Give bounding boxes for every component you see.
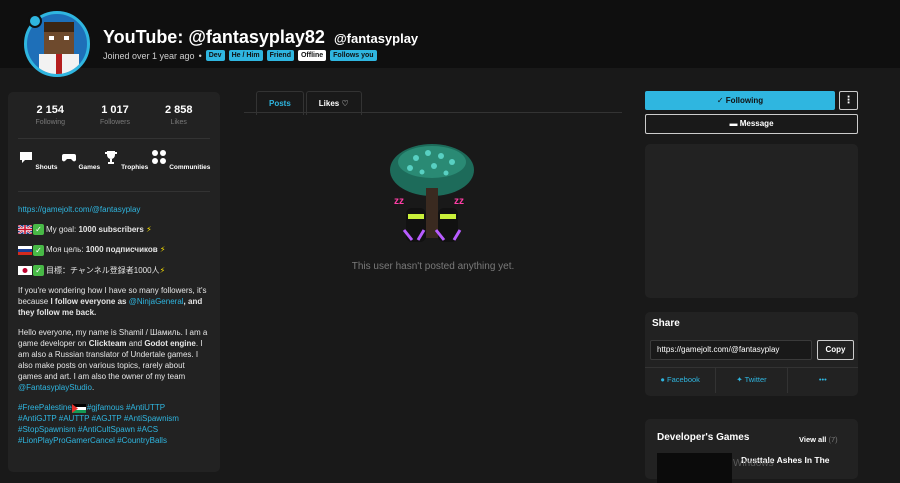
check-mark-icon: ✓	[33, 224, 44, 236]
avatar-eye	[49, 36, 54, 40]
lightning-icon: ⚡	[159, 265, 166, 275]
svg-text:zz: zz	[454, 196, 464, 207]
bio-link[interactable]: https://gamejolt.com/@fantasyplay	[18, 205, 140, 214]
uk-flag-icon	[18, 225, 32, 235]
avatar-tie	[56, 54, 62, 74]
bio-paragraph-2: Hello everyone, my name is Shamil / Шами…	[18, 328, 208, 393]
sleeping-tree-illustration: zz zz	[390, 144, 474, 242]
stat-value: 1 017	[101, 104, 129, 116]
check-icon: ✓	[716, 96, 724, 105]
profile-meta: Joined over 1 year ago • Dev He / Him Fr…	[103, 50, 377, 61]
stat-label: Likes	[170, 119, 187, 126]
share-url-field[interactable]: https://gamejolt.com/@fantasyplay	[650, 340, 812, 360]
nav-label: Shouts	[35, 164, 58, 171]
russia-flag-icon	[18, 245, 32, 255]
goal-en: ✓ My goal: 1000 subscribers ⚡	[18, 224, 210, 236]
message-icon: ▬	[729, 119, 738, 128]
chat-bubble-icon	[19, 152, 32, 163]
nav-label: Communities	[169, 164, 211, 171]
share-panel: Share https://gamejolt.com/@fantasyplay …	[645, 312, 858, 396]
share-buttons: ● Facebook ✦ Twitter •••	[645, 367, 858, 393]
stat-followers[interactable]: 1 017 Followers	[100, 104, 130, 138]
lightning-icon: ⚡	[159, 245, 166, 255]
nav-communities[interactable]: Communities	[151, 149, 210, 191]
nav-label: Games	[78, 164, 101, 171]
page-title: YouTube: @fantasyplay82 @fantasyplay	[103, 27, 418, 48]
twitter-icon: ✦	[736, 375, 743, 384]
username-handle[interactable]: @fantasyplay	[334, 31, 418, 46]
developer-games-panel: Developer's Games View all (7) Dusttale …	[645, 419, 858, 483]
check-mark-icon: ✓	[33, 244, 44, 256]
tab-divider	[244, 112, 622, 113]
mention-link[interactable]: @FantasyplayStudio	[18, 383, 92, 392]
profile-header: YouTube: @fantasyplay82 @fantasyplay Joi…	[0, 0, 900, 77]
empty-state-text: This user hasn't posted anything yet.	[351, 261, 515, 272]
share-twitter-button[interactable]: ✦ Twitter	[716, 368, 788, 393]
share-facebook-button[interactable]: ● Facebook	[645, 368, 717, 393]
profile-sidebar: 2 154 Following 1 017 Followers 2 858 Li…	[8, 92, 220, 472]
goal-jp: ✓ 目標：チャンネル登録者1000人⚡	[18, 265, 210, 277]
stat-label: Following	[35, 119, 66, 126]
game-thumbnail[interactable]	[657, 453, 732, 483]
stat-likes: 2 858 Likes	[165, 104, 193, 138]
nav-games[interactable]: Games	[61, 149, 101, 191]
palestine-flag-icon	[71, 403, 86, 413]
ad-placeholder	[645, 144, 858, 298]
tag-dev: Dev	[205, 50, 225, 61]
avatar-eye	[64, 36, 69, 40]
profile-nav: Shouts Games Trophies Communities	[8, 139, 220, 191]
copy-button[interactable]: Copy	[817, 340, 854, 360]
check-mark-icon: ✓	[33, 265, 44, 277]
gamepad-icon	[61, 154, 76, 162]
heart-crossed-icon: ♡	[341, 99, 349, 108]
avatar-hair	[44, 22, 74, 32]
nav-label: Trophies	[121, 164, 149, 171]
meta-separator: •	[198, 50, 202, 61]
more-options-button[interactable]: ⋮	[839, 91, 858, 110]
following-button[interactable]: ✓ Following	[645, 91, 835, 110]
stat-following[interactable]: 2 154 Following	[35, 104, 65, 138]
dev-games-title: Developer's Games	[657, 432, 750, 443]
stat-value: 2 154	[36, 104, 65, 116]
nav-shouts[interactable]: Shouts	[18, 149, 58, 191]
stat-value: 2 858	[164, 104, 193, 116]
hashtags[interactable]: #FreePalestine #gjfamous #AntiUTTP #AntiG…	[18, 402, 210, 446]
nav-trophies[interactable]: Trophies	[103, 149, 148, 191]
display-name: YouTube: @fantasyplay82	[103, 27, 325, 47]
share-more-button[interactable]: •••	[788, 368, 858, 393]
message-button[interactable]: ▬ Message	[645, 114, 858, 134]
communities-icon	[152, 150, 167, 164]
trophy-icon	[105, 151, 118, 164]
verified-badge-icon	[28, 14, 42, 28]
svg-text:zz: zz	[394, 196, 404, 207]
bio-paragraph-1: If you're wondering how I have so many f…	[18, 286, 207, 318]
lightning-icon: ⚡	[146, 225, 152, 234]
share-title: Share	[652, 318, 680, 329]
facebook-icon: ●	[660, 375, 665, 384]
tag-offline: Offline	[297, 50, 327, 61]
goal-ru: ✓ Моя цель: 1000 подписчиков ⚡	[18, 244, 210, 256]
stat-label: Followers	[100, 119, 130, 126]
mention-link[interactable]: @NinjaGeneral	[129, 297, 184, 306]
windows-watermark: Windows	[733, 458, 774, 469]
joined-text: Joined over 1 year ago	[103, 50, 195, 61]
japan-flag-icon	[18, 266, 32, 276]
tag-follows-you: Follows you	[330, 50, 377, 61]
stats-row: 2 154 Following 1 017 Followers 2 858 Li…	[8, 92, 220, 138]
bio: https://gamejolt.com/@fantasyplay ✓ My go…	[8, 192, 220, 467]
tag-friend: Friend	[266, 50, 294, 61]
view-all-link[interactable]: View all (7)	[799, 435, 838, 444]
tag-pronouns: He / Him	[228, 50, 263, 61]
